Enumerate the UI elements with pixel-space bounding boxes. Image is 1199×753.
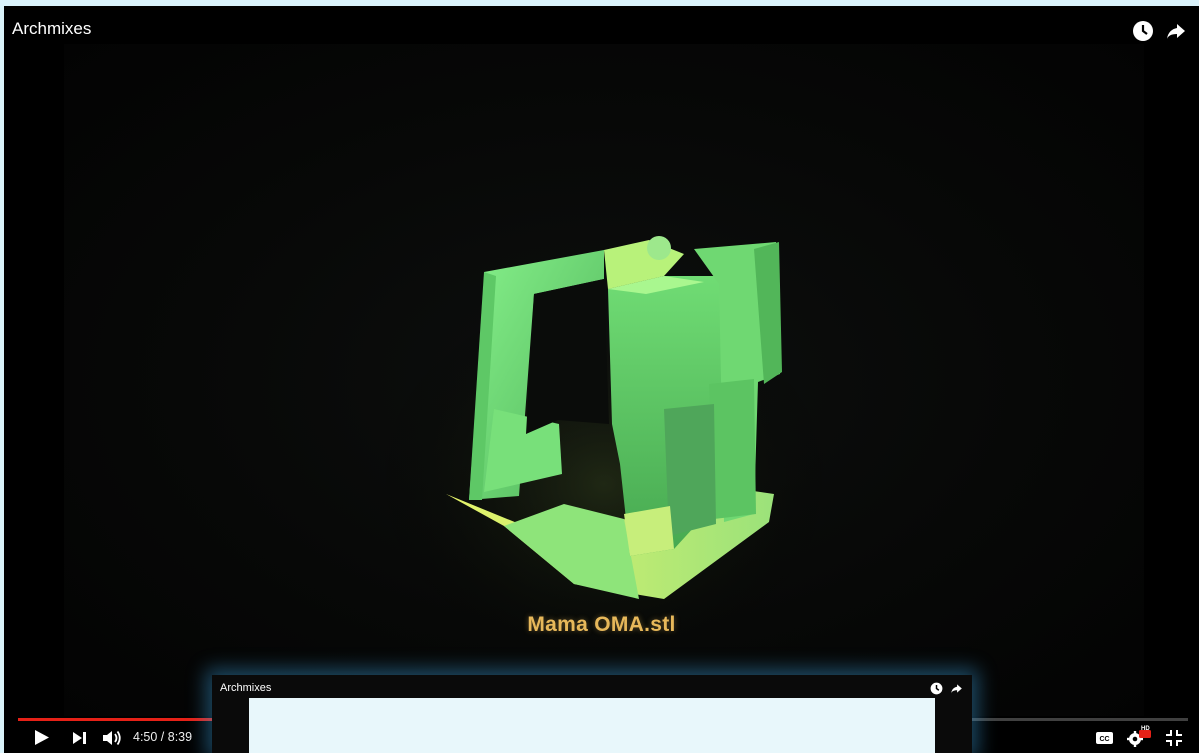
mini-share-arrow-icon[interactable] [950, 682, 963, 695]
svg-text:CC: CC [1099, 736, 1109, 743]
video-player[interactable]: Archmixes Mama OMA.stl 4:50 / 8:39 CC HD [4, 6, 1199, 753]
mini-player-overlay[interactable]: Archmixes [212, 675, 972, 753]
mini-player-title[interactable]: Archmixes [220, 682, 271, 694]
mini-clock-icon[interactable] [930, 682, 943, 695]
hd-badge: HD [1141, 726, 1150, 732]
exit-fullscreen-icon[interactable] [1164, 722, 1184, 753]
settings-gear-icon[interactable]: HD [1124, 722, 1154, 753]
volume-icon[interactable] [102, 722, 124, 753]
share-arrow-icon[interactable] [1165, 20, 1187, 42]
play-icon[interactable] [32, 722, 52, 753]
video-subtitle: Mama OMA.stl [527, 613, 676, 636]
cc-icon[interactable]: CC [1094, 722, 1114, 753]
time-display: 4:50 / 8:39 [133, 730, 193, 744]
mini-player-screen[interactable] [249, 698, 935, 753]
clock-icon[interactable] [1132, 20, 1154, 42]
skip-next-icon[interactable] [70, 722, 90, 753]
video-title[interactable]: Archmixes [12, 19, 91, 39]
